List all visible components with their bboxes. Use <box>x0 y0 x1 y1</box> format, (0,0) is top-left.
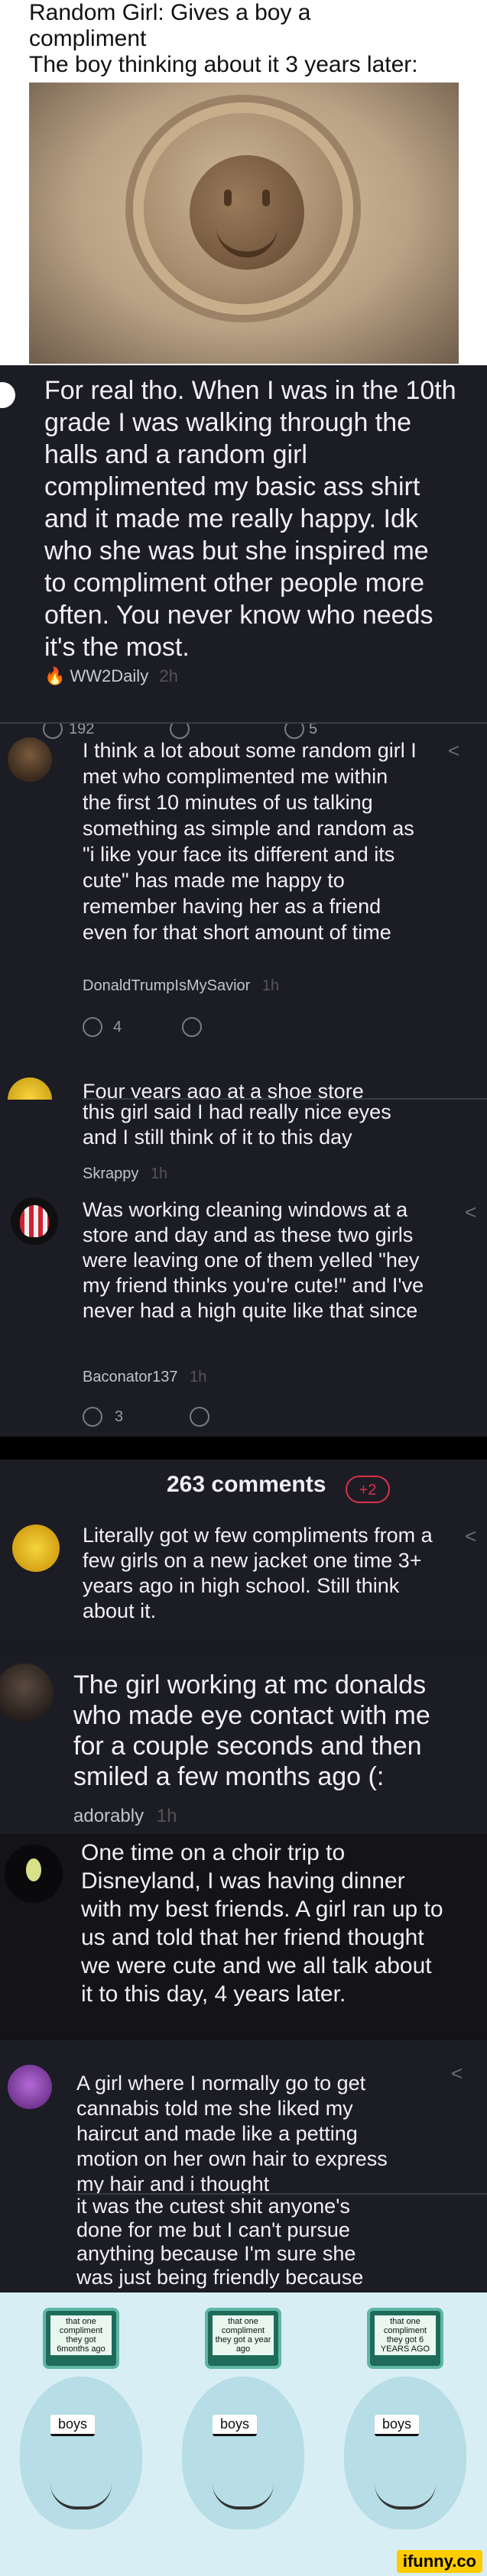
avatar[interactable] <box>0 1664 54 1722</box>
rick-panel-3: that one compliment they got 6 YEARS AGO… <box>324 2292 486 2576</box>
upvote-count: 192 <box>69 724 95 737</box>
comment-author[interactable]: Baconator137 <box>83 1369 178 1385</box>
rick-panel-2: that one compliment they got a year ago … <box>162 2292 324 2576</box>
comment-card: < Literally got w few compliments from a… <box>0 1517 487 1639</box>
plant-icon <box>26 1858 41 1881</box>
comment-card: One time on a choir trip to Disneyland, … <box>0 1834 487 2040</box>
smile-reaction-icon[interactable] <box>83 1407 102 1427</box>
avatar[interactable] <box>11 1197 58 1245</box>
avatar[interactable] <box>8 2065 52 2109</box>
smile-reaction-icon[interactable] <box>83 1017 102 1037</box>
boys-label: boys <box>375 2415 420 2436</box>
meme-caption-line2: compliment <box>29 26 147 51</box>
avatar[interactable] <box>5 1845 63 1903</box>
smile-reaction-icon[interactable] <box>43 724 63 739</box>
ice-cream-cup-image <box>29 83 459 364</box>
avatar[interactable] <box>12 1525 60 1572</box>
reply-reaction-icon[interactable] <box>170 724 190 739</box>
post-time: 2h <box>159 666 178 685</box>
comment-text: Was working cleaning windows at a store … <box>83 1198 424 1322</box>
comment-text: The girl working at mc donalds who made … <box>73 1670 430 1791</box>
frown-reaction-icon[interactable] <box>190 1407 209 1427</box>
rick-panel-1: that one compliment they got 6months ago… <box>0 2292 162 2576</box>
comments-header: 263 comments <box>0 1460 487 1513</box>
comment-card: 192 5 I think a lot about some random gi… <box>0 724 487 1070</box>
comment-text: Literally got w few compliments from a f… <box>83 1524 433 1622</box>
meme-caption-line1: Random Girl: Gives a boy a <box>29 0 311 25</box>
comment-text-continued: it was the cutest shit anyone's done for… <box>76 2195 364 2292</box>
rick-meme-panel: that one compliment they got 6months ago… <box>0 2292 487 2576</box>
comment-author[interactable]: DonaldTrumpIsMySavior <box>83 977 250 994</box>
boys-label: boys <box>213 2415 258 2436</box>
ifunny-watermark: ifunny.co <box>396 2550 482 2573</box>
comment-card: < A girl where I normally go to get cann… <box>0 2040 487 2193</box>
like-count: 3 <box>115 1408 124 1425</box>
skull-flag-icon <box>20 1205 49 1237</box>
comment-author[interactable]: Skrappy <box>83 1165 138 1182</box>
comment-card: it was the cutest shit anyone's done for… <box>0 2195 487 2292</box>
comment-text: A girl where I normally go to get cannab… <box>76 2072 388 2193</box>
sign-text: that one compliment they got 6 YEARS AGO <box>375 2315 436 2355</box>
avatar[interactable] <box>8 737 52 782</box>
comment-text: this girl said I had really nice eyes an… <box>83 1100 391 1149</box>
comment-time: 1h <box>261 977 280 994</box>
smiley-eye-right <box>262 190 270 206</box>
comment-time: 1h <box>156 1806 177 1826</box>
chevron-left-icon[interactable]: < <box>451 2062 463 2085</box>
sign-box: that one compliment they got a year ago <box>205 2308 281 2369</box>
separator-bar <box>0 1437 487 1460</box>
avatar[interactable] <box>0 382 15 408</box>
meme-panel: Random Girl: Gives a boy a compliment Th… <box>0 0 487 365</box>
comment-author[interactable]: adorably <box>73 1806 144 1826</box>
comment-card: < Was working cleaning windows at a stor… <box>0 1188 487 1437</box>
share-icon[interactable] <box>284 724 304 739</box>
sign-text: that one compliment they got a year ago <box>213 2315 274 2355</box>
sign-box: that one compliment they got 6 YEARS AGO <box>367 2308 443 2369</box>
sign-text: that one compliment they got 6months ago <box>50 2315 112 2355</box>
comment-text: One time on a choir trip to Disneyland, … <box>81 1840 443 2007</box>
comment-meta: Baconator137 1h <box>83 1369 206 1386</box>
chevron-left-icon[interactable]: < <box>448 739 459 763</box>
reply-count: 5 <box>309 724 318 737</box>
boys-label: boys <box>50 2415 96 2436</box>
comment-meta: Skrappy 1h <box>83 1165 167 1183</box>
fire-icon: 🔥 <box>44 666 66 685</box>
like-count: 4 <box>113 1019 122 1035</box>
comment-card: The girl working at mc donalds who made … <box>0 1662 487 1834</box>
chevron-left-icon[interactable]: < <box>465 1201 476 1224</box>
comment-text: I think a lot about some random girl I m… <box>83 739 417 944</box>
chevron-left-icon[interactable]: < <box>465 1525 476 1548</box>
comment-time: 1h <box>190 1369 207 1385</box>
sign-box: that one compliment they got 6months ago <box>43 2308 119 2369</box>
post-author[interactable]: WW2Daily <box>70 666 149 685</box>
new-comments-badge[interactable]: +2 <box>346 1476 390 1503</box>
comments-count-label: 263 comments <box>167 1472 326 1497</box>
comment-meta: DonaldTrumpIsMySavior 1h <box>83 977 279 995</box>
post-text: For real tho. When I was in the 10th gra… <box>44 376 456 662</box>
post-card: For real tho. When I was in the 10th gra… <box>0 365 487 723</box>
smiley-eye-left <box>224 190 232 206</box>
frown-reaction-icon[interactable] <box>182 1017 202 1037</box>
comment-meta: adorably 1h <box>73 1806 177 1827</box>
post-meta: 🔥 WW2Daily 2h <box>44 666 178 686</box>
meme-caption-line3: The boy thinking about it 3 years later: <box>29 52 418 77</box>
comment-time: 1h <box>150 1165 168 1182</box>
